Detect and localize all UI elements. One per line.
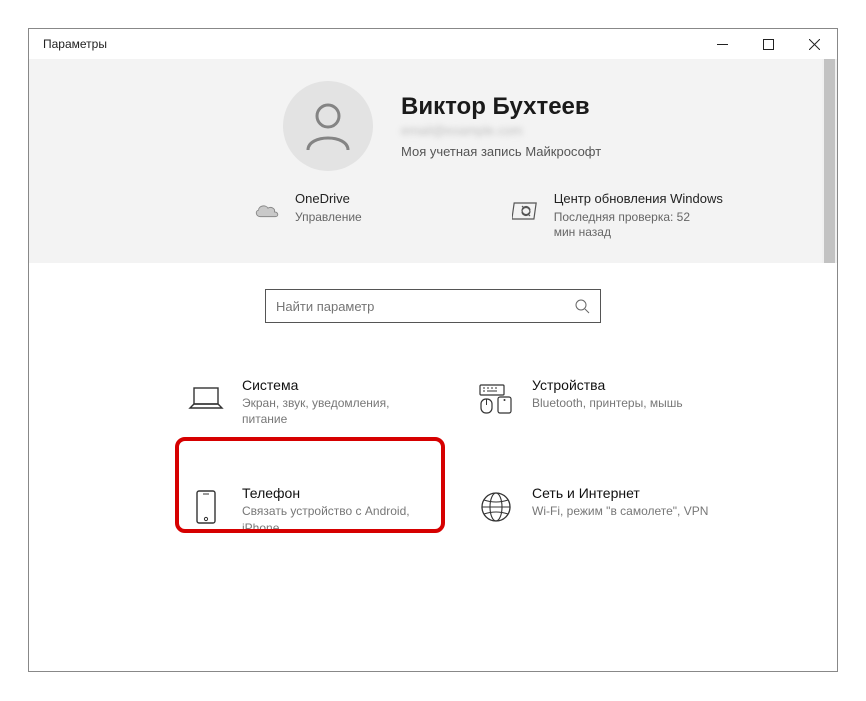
maximize-icon: [763, 39, 774, 50]
minimize-icon: [717, 39, 728, 50]
network-sub: Wi-Fi, режим "в самолете", VPN: [532, 503, 708, 519]
update-title: Центр обновления Windows: [554, 191, 723, 208]
system-sub: Экран, звук, уведомления, питание: [242, 395, 422, 427]
cloud-icon: [253, 201, 281, 221]
header-area: Виктор Бухтеев email@example.com Моя уче…: [29, 59, 837, 263]
phone-sub: Связать устройство с Android, iPhone: [242, 503, 422, 535]
update-sub: Последняя проверка: 52 мин назад: [554, 210, 704, 241]
close-icon: [809, 39, 820, 50]
maximize-button[interactable]: [745, 29, 791, 59]
globe-icon: [479, 490, 513, 524]
window-title: Параметры: [43, 37, 107, 51]
devices-sub: Bluetooth, принтеры, мышь: [532, 395, 683, 411]
category-devices[interactable]: Устройства Bluetooth, принтеры, мышь: [474, 373, 734, 431]
category-phone[interactable]: Телефон Связать устройство с Android, iP…: [184, 481, 444, 539]
profile-name: Виктор Бухтеев: [401, 93, 601, 121]
system-title: Система: [242, 377, 422, 393]
services-row: OneDrive Управление Центр обновления Win…: [253, 191, 813, 241]
account-link[interactable]: Моя учетная запись Майкрософт: [401, 144, 601, 159]
category-system[interactable]: Система Экран, звук, уведомления, питани…: [184, 373, 444, 431]
service-update[interactable]: Центр обновления Windows Последняя прове…: [512, 191, 723, 241]
devices-title: Устройства: [532, 377, 683, 393]
search-icon: [574, 298, 590, 314]
user-icon: [300, 98, 356, 154]
search-box[interactable]: [265, 289, 601, 323]
profile-row: Виктор Бухтеев email@example.com Моя уче…: [283, 81, 813, 171]
profile-email: email@example.com: [401, 123, 601, 138]
minimize-button[interactable]: [699, 29, 745, 59]
onedrive-sub: Управление: [295, 210, 362, 226]
laptop-icon: [188, 384, 224, 414]
avatar[interactable]: [283, 81, 373, 171]
category-network[interactable]: Сеть и Интернет Wi-Fi, режим "в самолете…: [474, 481, 734, 539]
sync-icon: [512, 197, 540, 225]
titlebar: Параметры: [29, 29, 837, 59]
settings-window: Параметры Виктор Бухтеев email@example.c…: [28, 28, 838, 672]
network-title: Сеть и Интернет: [532, 485, 708, 501]
onedrive-title: OneDrive: [295, 191, 362, 208]
service-onedrive[interactable]: OneDrive Управление: [253, 191, 362, 241]
profile-info: Виктор Бухтеев email@example.com Моя уче…: [401, 93, 601, 159]
categories-grid: Система Экран, звук, уведомления, питани…: [184, 373, 837, 540]
content-area: Система Экран, звук, уведомления, питани…: [29, 263, 837, 671]
phone-icon: [194, 489, 218, 525]
phone-title: Телефон: [242, 485, 422, 501]
devices-icon: [478, 383, 514, 415]
search-input[interactable]: [276, 299, 574, 314]
close-button[interactable]: [791, 29, 837, 59]
